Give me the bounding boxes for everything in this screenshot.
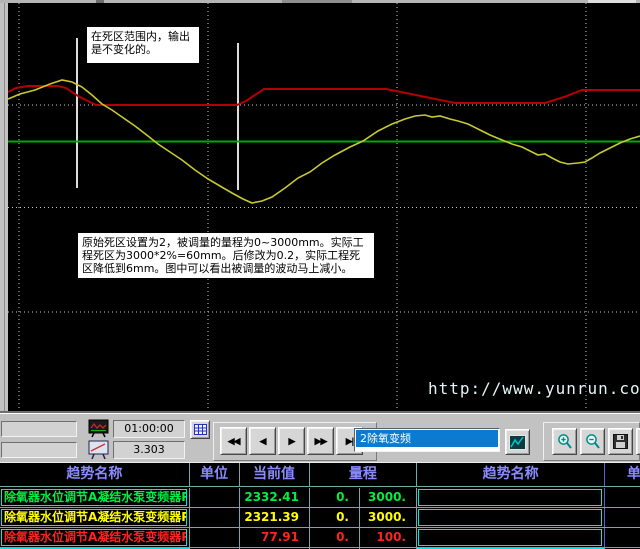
time-span-field[interactable]: 01:00:00 [113,420,185,438]
zoom-in-button[interactable] [552,428,577,455]
annotation-deadband: 在死区范围内，输出是不变化的。 [87,27,199,63]
header-trend-name: 趋势名称 [0,463,190,486]
watermark-url: http://www.yunrun.com.cn [428,379,640,398]
range-high-cell[interactable]: 3000. [360,488,417,507]
header-range: 量程 [310,463,418,486]
trend-window: 在死区范围内，输出是不变化的。 原始死区设置为2，被调量的量程为0~3000mm… [0,0,640,549]
header-current-value: 当前值 [240,463,310,486]
zoom-out-button[interactable] [580,428,605,455]
nav-forward-button[interactable]: ▶ [278,427,305,455]
trend-toolbar: 01:00:00 3.303 ◀◀ ◀ ▶ ▶▶ ▶| [0,414,640,462]
status-field-2[interactable] [1,442,77,458]
trend-group-selected-item[interactable]: 2除氧变频 [356,430,498,447]
nav-back-button[interactable]: ◀ [249,427,276,455]
annotation-deadband-detail: 原始死区设置为2，被调量的量程为0~3000mm。实际工程死区为3000*2%=… [78,233,374,278]
time-trend-icon [88,419,109,442]
unit-cell[interactable] [190,508,240,527]
status-field-1[interactable] [1,421,77,437]
trend-table: 趋势名称 单位 当前值 量程 趋势名称 单位 除氧器水位调节A凝结水泵变频器PI… [0,462,640,549]
header-unit: 单位 [190,463,240,486]
trend-plot [8,3,640,411]
xy-plot-icon [88,440,109,464]
table-row-pv[interactable]: 除氧器水位调节A凝结水泵变频器PID_PV 2321.39 0. 3000. [0,508,640,528]
header-trend-name-2: 趋势名称 [417,463,605,486]
current-value-cell[interactable]: 77.91 [240,528,310,547]
cursor-value-field[interactable]: 3.303 [113,441,185,459]
trend-name-cell[interactable]: 除氧器水位调节A凝结水泵变频器PID_PV [1,509,187,526]
unit-cell[interactable] [190,528,240,547]
window-border-line [4,3,5,411]
table-row-sp[interactable]: 除氧器水位调节A凝结水泵变频器PID_SP 2332.41 0. 3000. [0,488,640,508]
range-low-cell[interactable]: 0. [310,508,360,527]
range-high-cell[interactable]: 100. [360,528,417,547]
keypad-button[interactable] [190,420,210,439]
current-value-cell[interactable]: 2332.41 [240,488,310,507]
trend-name-cell-right[interactable] [418,489,602,506]
grid-lines [8,3,640,411]
clipped-button[interactable] [636,428,640,455]
unit-cell-right[interactable] [605,508,640,527]
nav-first-button[interactable]: ◀◀ [220,427,247,455]
current-value-cell[interactable]: 2321.39 [240,508,310,527]
unit-cell[interactable] [190,488,240,507]
nav-fast-forward-button[interactable]: ▶▶ [307,427,334,455]
header-unit-2: 单位 [605,463,640,486]
range-high-cell[interactable]: 3000. [360,508,417,527]
trend-name-cell[interactable]: 除氧器水位调节A凝结水泵变频器PID_AV [1,529,187,546]
trend-group-listbox[interactable]: 2除氧变频 [354,428,500,452]
snapshot-button[interactable] [505,429,530,455]
unit-cell-right[interactable] [605,528,640,547]
table-header-row: 趋势名称 单位 当前值 量程 趋势名称 单位 [0,463,640,487]
trend-name-cell[interactable]: 除氧器水位调节A凝结水泵变频器PID_SP [1,489,187,506]
unit-cell-right[interactable] [605,488,640,507]
range-low-cell[interactable]: 0. [310,488,360,507]
trend-name-cell-right[interactable] [418,529,602,546]
trend-chart-area[interactable]: 在死区范围内，输出是不变化的。 原始死区设置为2，被调量的量程为0~3000mm… [8,3,640,411]
trace-av-red [8,86,640,105]
trend-name-cell-right[interactable] [418,509,602,526]
table-row-av[interactable]: 除氧器水位调节A凝结水泵变频器PID_AV 77.91 0. 100. [0,528,640,548]
range-low-cell[interactable]: 0. [310,528,360,547]
save-button[interactable] [608,428,633,455]
